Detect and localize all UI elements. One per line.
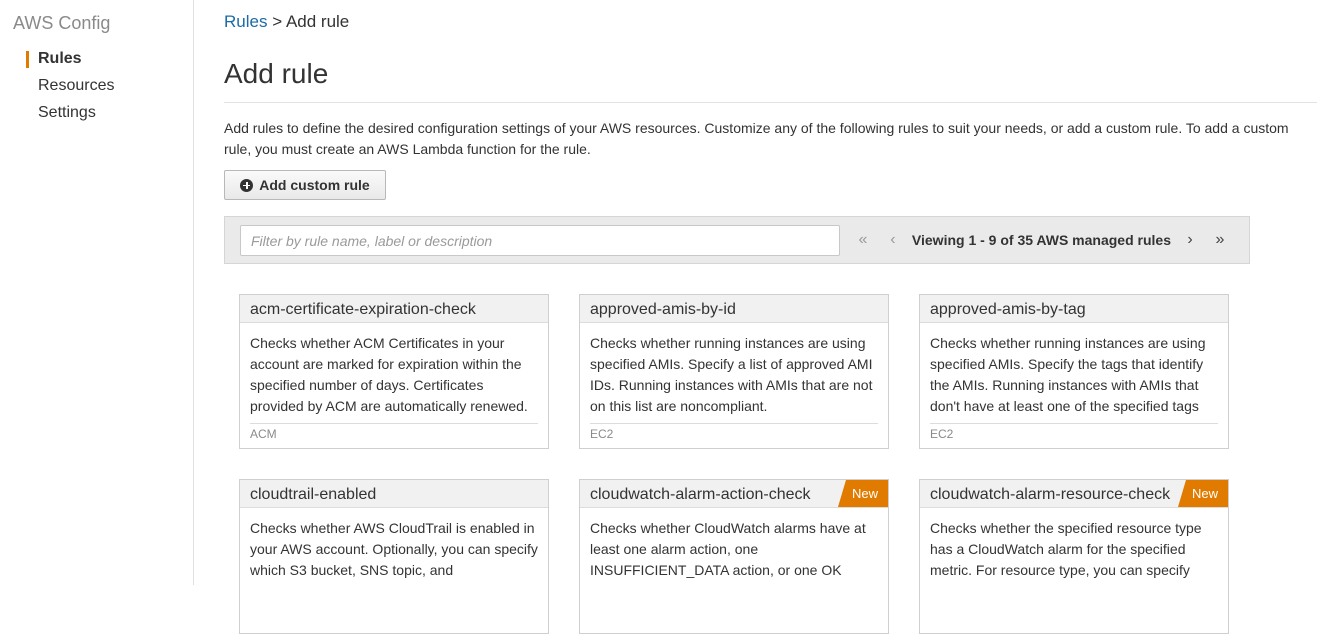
first-page-icon[interactable]: « (848, 231, 878, 249)
previous-page-icon[interactable]: ‹ (878, 231, 908, 249)
breadcrumb-rules-link[interactable]: Rules (224, 12, 267, 31)
breadcrumb-current: Add rule (285, 12, 350, 31)
viewing-count: Viewing 1 - 9 of 35 AWS managed rules (911, 232, 1171, 248)
filter-bar: « ‹ Viewing 1 - 9 of 35 AWS managed rule… (224, 216, 1250, 264)
rule-card-description: Checks whether AWS CloudTrail is enabled… (250, 520, 538, 578)
rule-card-title: acm-certificate-expiration-check (240, 295, 548, 323)
rule-card-description: Checks whether CloudWatch alarms have at… (590, 520, 866, 578)
new-badge: New (837, 480, 888, 507)
rule-card-description: Checks whether running instances are usi… (590, 335, 873, 414)
sidebar-item-rules[interactable]: Rules (26, 48, 114, 75)
rule-card-title: cloudwatch-alarm-action-check New (580, 480, 888, 508)
next-page-icon[interactable]: › (1175, 231, 1205, 249)
rule-card-description: Checks whether running instances are usi… (930, 335, 1206, 414)
pagination: « ‹ Viewing 1 - 9 of 35 AWS managed rule… (848, 217, 1235, 263)
rule-card-name: cloudtrail-enabled (250, 486, 377, 503)
rule-card-title: cloudwatch-alarm-resource-check New (920, 480, 1228, 508)
sidebar-item-resources[interactable]: Resources (26, 75, 114, 102)
rule-card-label: ACM (250, 423, 538, 441)
app-title: AWS Config (13, 13, 111, 33)
rule-card-cloudtrail-enabled[interactable]: cloudtrail-enabled Checks whether AWS Cl… (239, 479, 549, 634)
rule-card-cloudwatch-alarm-resource-check[interactable]: cloudwatch-alarm-resource-check New Chec… (919, 479, 1229, 634)
rule-card-name: cloudwatch-alarm-action-check (590, 486, 811, 503)
rule-card-title: approved-amis-by-tag (920, 295, 1228, 323)
rule-card-approved-amis-by-tag[interactable]: approved-amis-by-tag Checks whether runn… (919, 294, 1229, 449)
new-badge: New (1177, 480, 1228, 507)
plus-circle-icon (240, 178, 254, 192)
filter-input[interactable] (240, 225, 840, 256)
rule-card-acm-certificate-expiration-check[interactable]: acm-certificate-expiration-check Checks … (239, 294, 549, 449)
rule-card-cloudwatch-alarm-action-check[interactable]: cloudwatch-alarm-action-check New Checks… (579, 479, 889, 634)
add-custom-rule-label: Add custom rule (259, 177, 370, 193)
rule-card-approved-amis-by-id[interactable]: approved-amis-by-id Checks whether runni… (579, 294, 889, 449)
title-divider (224, 102, 1317, 103)
breadcrumb: Rules > Add rule (224, 12, 349, 32)
page-description: Add rules to define the desired configur… (224, 120, 1289, 157)
breadcrumb-separator: > (272, 12, 283, 31)
last-page-icon[interactable]: » (1205, 231, 1235, 249)
rule-card-title: cloudtrail-enabled (240, 480, 548, 508)
rule-card-label: EC2 (590, 423, 878, 441)
sidebar-item-settings[interactable]: Settings (26, 102, 114, 129)
rule-card-description: Checks whether the specified resource ty… (930, 520, 1202, 578)
sidebar-nav: Rules Resources Settings (26, 48, 114, 129)
rule-card-title: approved-amis-by-id (580, 295, 888, 323)
rule-card-name: cloudwatch-alarm-resource-check (930, 486, 1171, 503)
rule-card-description: Checks whether ACM Certificates in your … (250, 335, 528, 414)
sidebar: AWS Config Rules Resources Settings (0, 0, 194, 585)
page-title: Add rule (224, 58, 329, 89)
rule-card-label: EC2 (930, 423, 1218, 441)
add-custom-rule-button[interactable]: Add custom rule (224, 170, 386, 200)
